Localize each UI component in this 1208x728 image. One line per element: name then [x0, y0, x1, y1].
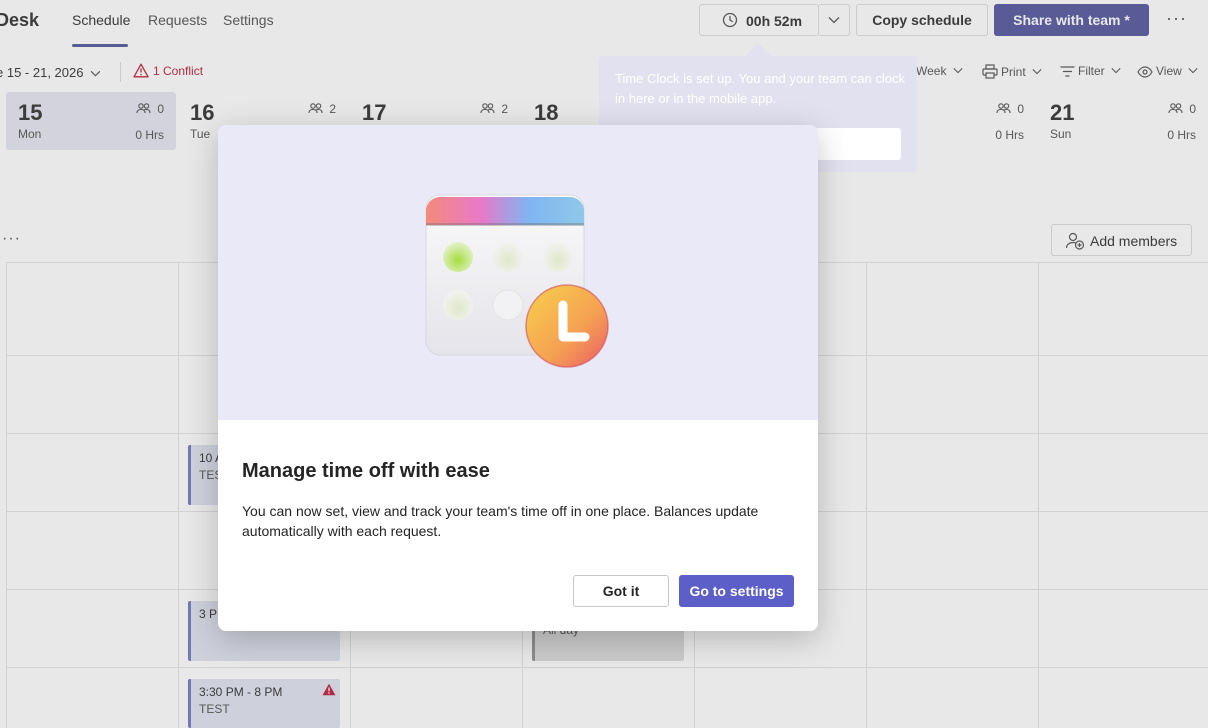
calendar-clock-icon [425, 194, 609, 368]
go-to-settings-button[interactable]: Go to settings [679, 575, 794, 607]
time-off-dialog: Manage time off with ease You can now se… [218, 125, 818, 631]
dialog-illustration [218, 125, 818, 420]
got-it-button[interactable]: Got it [573, 575, 669, 607]
coachmark-button[interactable] [815, 128, 901, 160]
dialog-body: You can now set, view and track your tea… [242, 503, 759, 539]
coachmark-text: Time Clock is set up. You and your team … [615, 71, 905, 106]
dialog-title: Manage time off with ease [242, 460, 490, 482]
